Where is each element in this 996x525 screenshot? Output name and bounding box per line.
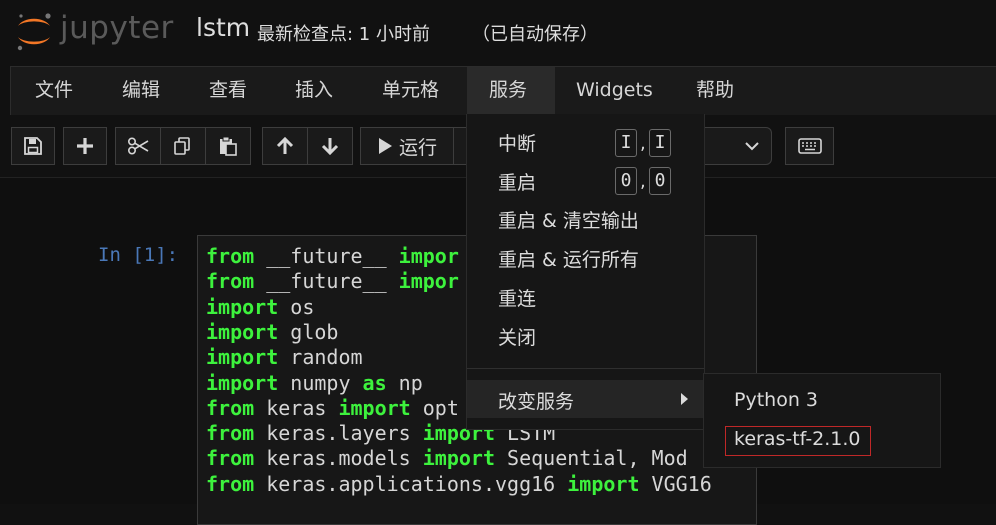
cut-button[interactable] bbox=[115, 127, 161, 165]
code-keyword: import bbox=[567, 471, 640, 496]
kernel-option-python3[interactable]: Python 3 bbox=[734, 389, 818, 411]
jupyter-logo-icon[interactable] bbox=[14, 10, 54, 52]
code-line: from keras import opt bbox=[206, 396, 459, 421]
keyboard-icon bbox=[797, 138, 822, 154]
checkpoint-status: 最新检查点: 1 小时前 bbox=[257, 24, 430, 45]
code-token: keras bbox=[254, 395, 339, 420]
code-token: numpy bbox=[278, 370, 363, 395]
menu-kernel[interactable]: 服务 bbox=[467, 67, 555, 115]
run-label: 运行 bbox=[398, 136, 437, 159]
menu-edit[interactable]: 编辑 bbox=[100, 67, 182, 115]
code-token: opt bbox=[410, 395, 459, 420]
menu-widgets[interactable]: Widgets bbox=[554, 67, 675, 115]
plus-icon bbox=[77, 138, 93, 154]
code-token: np bbox=[386, 370, 423, 395]
code-keyword: import bbox=[422, 446, 495, 471]
menu-help[interactable]: 帮助 bbox=[674, 67, 756, 115]
copy-button[interactable] bbox=[160, 127, 206, 165]
kernel-menu-dropdown: 中断 I , I 重启 0 , 0 重启 & 清空输出 重启 & 运行所有 重连… bbox=[466, 114, 705, 430]
run-button[interactable]: 运行 bbox=[360, 127, 454, 165]
code-token: VGG16 bbox=[639, 471, 712, 496]
code-token: __future__ bbox=[254, 269, 399, 294]
menu-file[interactable]: 文件 bbox=[13, 67, 95, 115]
kernel-restart-item[interactable]: 重启 bbox=[498, 168, 536, 195]
shortcut-key: 0 bbox=[649, 167, 671, 195]
code-keyword: import bbox=[206, 294, 279, 319]
code-line: import random bbox=[206, 345, 363, 370]
code-keyword: from bbox=[206, 244, 255, 268]
shortcut-separator: , bbox=[640, 133, 646, 154]
code-token: __future__ bbox=[254, 244, 399, 268]
shortcut-key: I bbox=[649, 129, 671, 157]
code-line: from __future__ impor bbox=[206, 244, 459, 269]
change-kernel-submenu: Python 3 keras-tf-2.1.0 bbox=[703, 373, 941, 468]
insert-cell-button[interactable] bbox=[63, 127, 107, 165]
code-keyword: from bbox=[206, 421, 255, 446]
menu-item-label: 改变服务 bbox=[498, 391, 575, 413]
code-keyword: from bbox=[206, 446, 255, 471]
chevron-down-icon bbox=[745, 142, 759, 151]
code-keyword: from bbox=[206, 395, 255, 420]
code-token: keras.models bbox=[254, 446, 423, 471]
code-line: import glob bbox=[206, 320, 338, 345]
menu-view[interactable]: 查看 bbox=[187, 67, 269, 115]
play-icon bbox=[378, 138, 392, 154]
arrow-down-icon bbox=[321, 138, 339, 155]
change-kernel-item[interactable]: 改变服务 bbox=[467, 380, 704, 418]
menu-item-label: 重启 bbox=[498, 172, 537, 194]
command-palette-button[interactable] bbox=[785, 127, 834, 165]
code-line: import numpy as np bbox=[206, 371, 423, 396]
notebook-name[interactable]: lstm bbox=[196, 13, 250, 42]
move-up-button[interactable] bbox=[262, 127, 308, 165]
menu-divider bbox=[467, 368, 704, 369]
code-keyword: import bbox=[206, 370, 279, 395]
code-token: keras.layers bbox=[254, 421, 423, 446]
shortcut-key: 0 bbox=[615, 167, 637, 195]
code-keyword: from bbox=[206, 269, 255, 294]
code-keyword: import bbox=[338, 395, 411, 420]
code-token: Sequential, Mod bbox=[495, 446, 688, 471]
code-line: from __future__ impor bbox=[206, 269, 459, 294]
move-down-button[interactable] bbox=[307, 127, 353, 165]
code-keyword: as bbox=[362, 370, 387, 395]
autosave-status: （已自动保存） bbox=[472, 24, 598, 45]
menubar: 文件 编辑 查看 插入 单元格 服务 Widgets 帮助 bbox=[10, 66, 996, 115]
cell-type-select[interactable] bbox=[700, 127, 772, 165]
shortcut-key: I bbox=[615, 129, 637, 157]
kernel-reconnect-item[interactable]: 重连 bbox=[498, 284, 536, 311]
code-keyword: from bbox=[206, 471, 255, 496]
code-line: import os bbox=[206, 295, 314, 320]
menu-cell[interactable]: 单元格 bbox=[360, 67, 461, 115]
code-keyword: import bbox=[206, 345, 279, 370]
code-token: random bbox=[278, 345, 363, 370]
caret-right-icon bbox=[681, 393, 688, 405]
code-keyword: impor bbox=[398, 269, 459, 294]
paste-button[interactable] bbox=[205, 127, 251, 165]
kernel-restart-run-all-item[interactable]: 重启 & 运行所有 bbox=[498, 245, 639, 272]
code-token: keras.applications.vgg16 bbox=[254, 471, 568, 496]
kernel-shutdown-item[interactable]: 关闭 bbox=[498, 323, 536, 350]
code-keyword: import bbox=[206, 319, 279, 344]
save-button[interactable] bbox=[11, 127, 55, 165]
menu-item-label: 中断 bbox=[498, 133, 537, 155]
kernel-interrupt-item[interactable]: 中断 bbox=[498, 129, 536, 156]
copy-icon bbox=[174, 137, 190, 155]
arrow-up-icon bbox=[276, 137, 294, 154]
interrupt-button[interactable] bbox=[453, 127, 467, 165]
jupyter-wordmark[interactable]: jupyter bbox=[60, 10, 174, 46]
paste-icon bbox=[220, 136, 237, 156]
code-token: glob bbox=[278, 319, 339, 344]
code-keyword: impor bbox=[398, 244, 459, 268]
kernel-restart-clear-item[interactable]: 重启 & 清空输出 bbox=[498, 206, 639, 233]
header: jupyter lstm 最新检查点: 1 小时前 （已自动保存） bbox=[0, 0, 996, 66]
code-line: from keras.models import Sequential, Mod bbox=[206, 446, 688, 471]
menu-insert[interactable]: 插入 bbox=[273, 67, 355, 115]
code-token: os bbox=[278, 294, 315, 319]
code-line: from keras.applications.vgg16 import VGG… bbox=[206, 472, 712, 497]
input-prompt: In [1]: bbox=[98, 244, 179, 266]
shortcut-separator: , bbox=[640, 171, 646, 192]
floppy-disk-icon bbox=[24, 137, 42, 155]
kernel-option-keras-tf[interactable]: keras-tf-2.1.0 bbox=[734, 428, 861, 450]
scissors-icon bbox=[127, 137, 149, 155]
